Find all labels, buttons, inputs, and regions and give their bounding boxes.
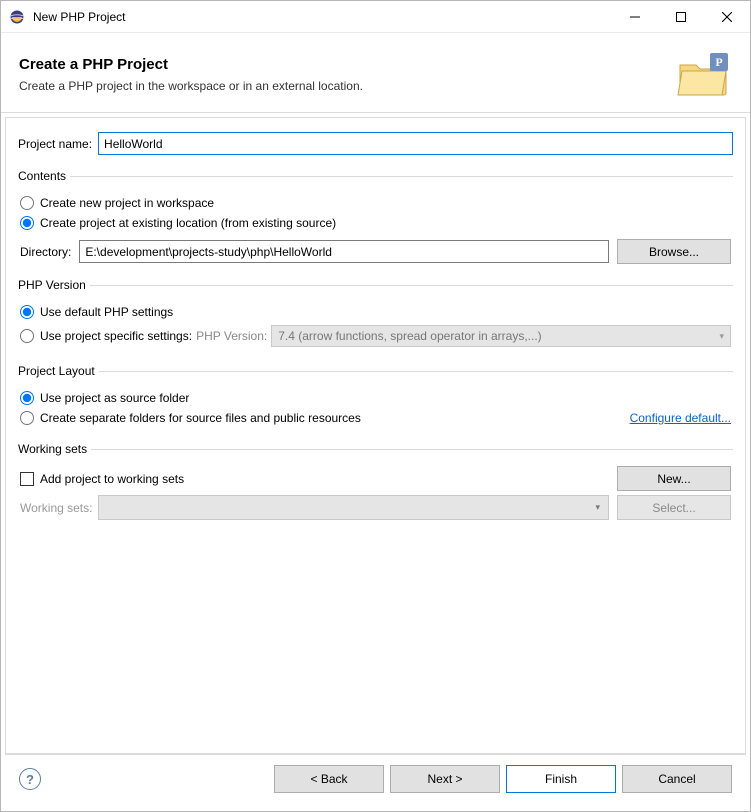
directory-input[interactable] (79, 240, 609, 263)
minimize-button[interactable] (612, 1, 658, 32)
header-panel: Create a PHP Project Create a PHP projec… (1, 33, 750, 113)
project-name-input[interactable] (98, 132, 733, 155)
chevron-down-icon: ▾ (719, 331, 724, 342)
php-version-legend: PHP Version (18, 278, 90, 292)
svg-text:P: P (715, 55, 722, 69)
radio-specific-php-label: Use project specific settings: (40, 329, 192, 343)
radio-default-php[interactable] (20, 305, 34, 319)
add-to-working-sets-label: Add project to working sets (40, 472, 184, 486)
php-version-combo-label: PHP Version: (196, 329, 267, 343)
radio-new-workspace-label: Create new project in workspace (40, 196, 214, 210)
radio-separate-folders-label: Create separate folders for source files… (40, 411, 361, 425)
window-title: New PHP Project (33, 10, 612, 24)
directory-label: Directory: (20, 245, 71, 259)
radio-default-php-label: Use default PHP settings (40, 305, 173, 319)
page-title: Create a PHP Project (19, 56, 666, 73)
radio-existing-location-label: Create project at existing location (fro… (40, 216, 336, 230)
eclipse-icon (9, 9, 25, 25)
titlebar: New PHP Project (1, 1, 750, 33)
page-subtitle: Create a PHP project in the workspace or… (19, 79, 666, 93)
window-controls (612, 1, 750, 32)
php-version-combo-value: 7.4 (arrow functions, spread operator in… (278, 329, 541, 343)
browse-button[interactable]: Browse... (617, 239, 731, 264)
radio-new-workspace[interactable] (20, 196, 34, 210)
close-button[interactable] (704, 1, 750, 32)
project-name-row: Project name: (18, 132, 733, 155)
project-layout-group: Project Layout Use project as source fol… (18, 364, 733, 434)
working-sets-group: Working sets Add project to working sets… (18, 442, 733, 526)
working-sets-combo-label: Working sets: (20, 501, 92, 515)
back-button[interactable]: < Back (274, 765, 384, 793)
project-name-label: Project name: (18, 137, 92, 151)
new-working-set-button[interactable]: New... (617, 466, 731, 491)
project-layout-legend: Project Layout (18, 364, 99, 378)
php-version-group: PHP Version Use default PHP settings Use… (18, 278, 733, 356)
help-icon[interactable]: ? (19, 768, 41, 790)
chevron-down-icon: ▾ (595, 502, 600, 513)
radio-project-source-label: Use project as source folder (40, 391, 189, 405)
php-version-combo: 7.4 (arrow functions, spread operator in… (271, 325, 731, 347)
add-to-working-sets-checkbox[interactable] (20, 472, 34, 486)
working-sets-combo: ▾ (98, 495, 609, 520)
php-folder-icon: P (676, 51, 732, 99)
dialog-window: New PHP Project Create a PHP Project Cre… (0, 0, 751, 812)
working-sets-legend: Working sets (18, 442, 91, 456)
radio-separate-folders[interactable] (20, 411, 34, 425)
cancel-button[interactable]: Cancel (622, 765, 732, 793)
radio-existing-location[interactable] (20, 216, 34, 230)
contents-legend: Contents (18, 169, 70, 183)
finish-button[interactable]: Finish (506, 765, 616, 793)
contents-group: Contents Create new project in workspace… (18, 169, 733, 270)
configure-default-link[interactable]: Configure default... (630, 411, 731, 425)
content-area: Project name: Contents Create new projec… (5, 117, 746, 754)
radio-specific-php[interactable] (20, 329, 34, 343)
radio-project-source[interactable] (20, 391, 34, 405)
select-working-set-button: Select... (617, 495, 731, 520)
footer: ? < Back Next > Finish Cancel (5, 754, 746, 807)
maximize-button[interactable] (658, 1, 704, 32)
next-button[interactable]: Next > (390, 765, 500, 793)
